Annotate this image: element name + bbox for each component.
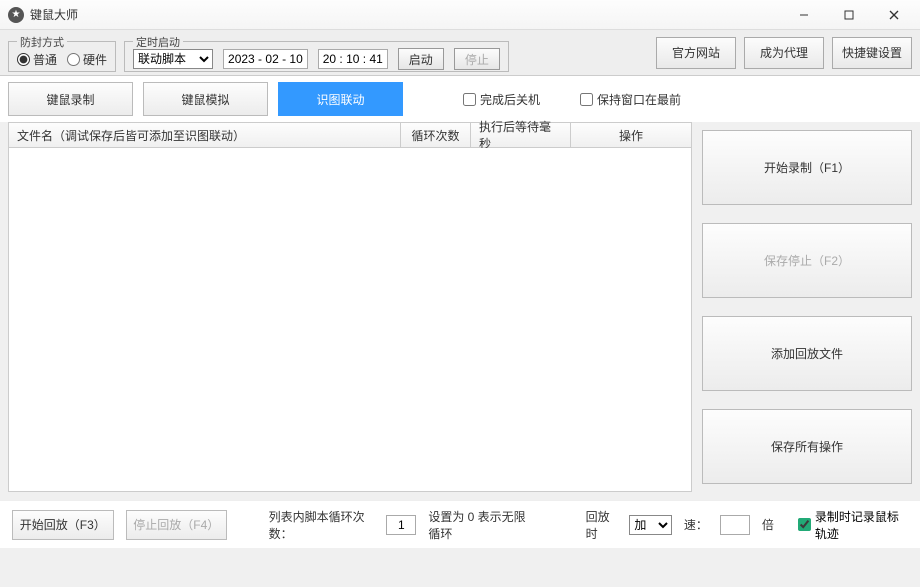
antiban-normal-radio[interactable] bbox=[17, 53, 30, 66]
antiban-hardware-radio[interactable] bbox=[67, 53, 80, 66]
file-list-panel: 文件名（调试保存后皆可添加至识图联动） 循环次数 执行后等待毫秒 操作 bbox=[8, 122, 692, 492]
time-field[interactable]: 20 : 10 : 41 bbox=[318, 49, 388, 69]
tab-simulate[interactable]: 键鼠模拟 bbox=[143, 82, 268, 116]
track-mouse-checkbox[interactable]: 录制时记录鼠标轨迹 bbox=[798, 508, 908, 542]
shutdown-checkbox[interactable]: 完成后关机 bbox=[463, 91, 540, 108]
footer-bar: 开始回放（F3） 停止回放（F4） 列表内脚本循环次数： 设置为 0 表示无限循… bbox=[0, 500, 920, 548]
tab-vision[interactable]: 识图联动 bbox=[278, 82, 403, 116]
minimize-button[interactable] bbox=[781, 1, 826, 29]
hotkey-settings-button[interactable]: 快捷键设置 bbox=[832, 37, 912, 69]
antiban-legend: 防封方式 bbox=[17, 34, 67, 50]
loop-label: 列表内脚本循环次数： bbox=[269, 508, 375, 542]
side-buttons: 开始录制（F1） 保存停止（F2） 添加回放文件 保存所有操作 bbox=[702, 122, 912, 492]
top-toolbar: 防封方式 普通 硬件 定时启动 联动脚本 2023 - 02 - 10 20 :… bbox=[0, 30, 920, 76]
speed-mode-select[interactable]: 加 bbox=[629, 515, 672, 535]
col-wait[interactable]: 执行后等待毫秒 bbox=[471, 123, 571, 147]
start-playback-button[interactable]: 开始回放（F3） bbox=[12, 510, 114, 540]
antiban-group: 防封方式 普通 硬件 bbox=[8, 34, 116, 72]
table-header: 文件名（调试保存后皆可添加至识图联动） 循环次数 执行后等待毫秒 操作 bbox=[8, 122, 692, 148]
date-field[interactable]: 2023 - 02 - 10 bbox=[223, 49, 308, 69]
stop-playback-button[interactable]: 停止回放（F4） bbox=[126, 510, 228, 540]
antiban-normal[interactable]: 普通 bbox=[17, 51, 57, 68]
save-all-button[interactable]: 保存所有操作 bbox=[702, 409, 912, 484]
timer-group: 定时启动 联动脚本 2023 - 02 - 10 20 : 10 : 41 启动… bbox=[124, 34, 509, 72]
loop-hint: 设置为 0 表示无限循环 bbox=[428, 508, 535, 542]
speed-value-input[interactable] bbox=[720, 515, 750, 535]
save-stop-button[interactable]: 保存停止（F2） bbox=[702, 223, 912, 298]
window-title: 键鼠大师 bbox=[30, 6, 781, 23]
topmost-checkbox[interactable]: 保持窗口在最前 bbox=[580, 91, 681, 108]
speed-label2: 速： bbox=[684, 516, 708, 533]
start-record-button[interactable]: 开始录制（F1） bbox=[702, 130, 912, 205]
antiban-hardware[interactable]: 硬件 bbox=[67, 51, 107, 68]
loop-count-input[interactable] bbox=[386, 515, 416, 535]
app-icon bbox=[8, 7, 24, 23]
timer-stop-button[interactable]: 停止 bbox=[454, 48, 500, 70]
speed-label: 回放时 bbox=[586, 508, 618, 542]
col-loop[interactable]: 循环次数 bbox=[401, 123, 471, 147]
col-filename[interactable]: 文件名（调试保存后皆可添加至识图联动） bbox=[9, 123, 401, 147]
become-agent-button[interactable]: 成为代理 bbox=[744, 37, 824, 69]
tab-record[interactable]: 键鼠录制 bbox=[8, 82, 133, 116]
tab-toolbar: 键鼠录制 键鼠模拟 识图联动 完成后关机 保持窗口在最前 bbox=[0, 76, 920, 122]
table-body[interactable] bbox=[8, 148, 692, 492]
title-bar: 键鼠大师 bbox=[0, 0, 920, 30]
timer-legend: 定时启动 bbox=[133, 34, 183, 50]
main-area: 文件名（调试保存后皆可添加至识图联动） 循环次数 执行后等待毫秒 操作 开始录制… bbox=[0, 122, 920, 500]
script-select[interactable]: 联动脚本 bbox=[133, 49, 213, 69]
timer-start-button[interactable]: 启动 bbox=[398, 48, 444, 70]
maximize-button[interactable] bbox=[826, 1, 871, 29]
col-action[interactable]: 操作 bbox=[571, 123, 691, 147]
add-playback-button[interactable]: 添加回放文件 bbox=[702, 316, 912, 391]
close-button[interactable] bbox=[871, 1, 916, 29]
official-site-button[interactable]: 官方网站 bbox=[656, 37, 736, 69]
speed-unit: 倍 bbox=[762, 516, 774, 533]
